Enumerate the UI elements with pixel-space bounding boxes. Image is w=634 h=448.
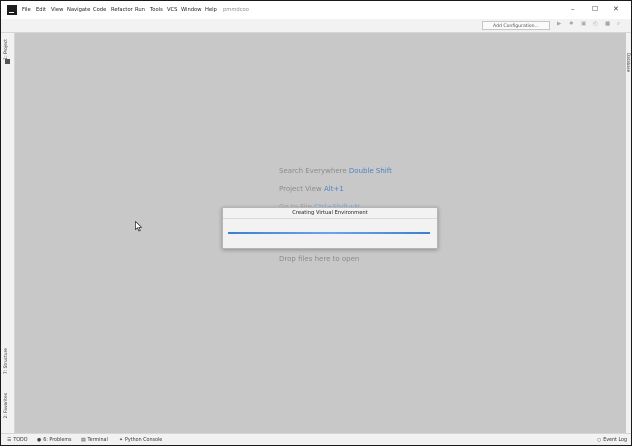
editor-area: Search Everywhere Double Shift Project V… [15,33,626,433]
todo-tab[interactable]: ☰ TODO [7,438,28,443]
search-icon[interactable]: ⌕ [617,21,620,28]
list-icon: ☰ [7,438,12,443]
hint-drop-files: Drop files here to open [279,255,360,263]
tab-structure[interactable]: 7: Structure [4,348,9,374]
left-tool-strip: 1: Project 7: Structure 2: Favorites [1,33,15,433]
mouse-cursor-icon [135,221,143,232]
debug-icon[interactable]: ✹ [569,21,574,27]
project-name: pmmdcoo [223,7,249,13]
dialog-title: Creating Virtual Environment [292,210,368,216]
problems-tab[interactable]: ● 6: Problems [37,438,72,443]
add-configuration-button[interactable]: Add Configuration... [482,21,550,30]
python-console-tab[interactable]: ✦ Python Console [119,438,162,443]
pycharm-logo-icon [7,5,17,15]
navigation-toolbar: Add Configuration... ▶ ✹ ▣ ◴ ■ ⌕ [1,19,631,33]
todo-label: TODO [13,438,28,443]
run-icon[interactable]: ▶ [557,21,561,27]
menu-navigate[interactable]: Navigate [67,7,90,13]
menu-vcs[interactable]: VCS [167,7,177,13]
hint-search-everywhere-text: Search Everywhere [279,167,349,175]
menu-tools[interactable]: Tools [150,7,163,13]
event-log-label: Event Log [603,438,628,443]
menu-window[interactable]: Window [181,7,201,13]
menu-view[interactable]: View [51,7,63,13]
hint-project-view-text: Project View [279,185,325,193]
menu-refactor[interactable]: Refactor [111,7,133,13]
dialog-divider [223,218,437,219]
hint-project-view: Project View Alt+1 [279,185,344,193]
profile-icon[interactable]: ◴ [593,21,598,27]
close-button[interactable]: ✕ [613,5,619,13]
tab-database[interactable]: Database [626,53,631,72]
terminal-icon: ▤ [81,438,86,443]
problems-icon: ● [37,438,42,443]
menu-file[interactable]: File [22,7,31,13]
terminal-tab[interactable]: ▤ Terminal [81,438,108,443]
menu-bar: File Edit View Navigate Code Refactor Ru… [1,1,631,19]
menu-run[interactable]: Run [135,7,145,13]
minimize-button[interactable]: – [571,5,575,13]
status-bar: ☰ TODO ● 6: Problems ▤ Terminal ✦ Python Con… [1,433,631,445]
terminal-label: Terminal [87,438,108,443]
menu-code[interactable]: Code [93,7,106,13]
progress-dialog: Creating Virtual Environment [222,207,438,249]
tab-project[interactable]: 1: Project [4,39,9,60]
tab-favorites[interactable]: 2: Favorites [4,393,9,419]
project-folder-icon[interactable] [5,59,10,64]
ide-window: File Edit View Navigate Code Refactor Ru… [0,0,632,446]
event-log-tab[interactable]: ○ Event Log [597,438,627,443]
progress-bar-fill [228,232,430,234]
coverage-icon[interactable]: ▣ [581,21,586,27]
hint-project-view-key: Alt+1 [324,185,344,193]
python-console-label: Python Console [125,438,163,443]
menu-help[interactable]: Help [205,7,217,13]
maximize-button[interactable]: ☐ [592,5,598,13]
event-log-icon: ○ [597,438,602,443]
progress-bar [228,232,430,234]
hint-search-everywhere: Search Everywhere Double Shift [279,167,392,175]
menu-edit[interactable]: Edit [36,7,46,13]
python-icon: ✦ [119,438,124,443]
stop-icon[interactable]: ■ [605,21,610,27]
hint-search-everywhere-key: Double Shift [348,167,392,175]
problems-label: 6: Problems [43,438,72,443]
